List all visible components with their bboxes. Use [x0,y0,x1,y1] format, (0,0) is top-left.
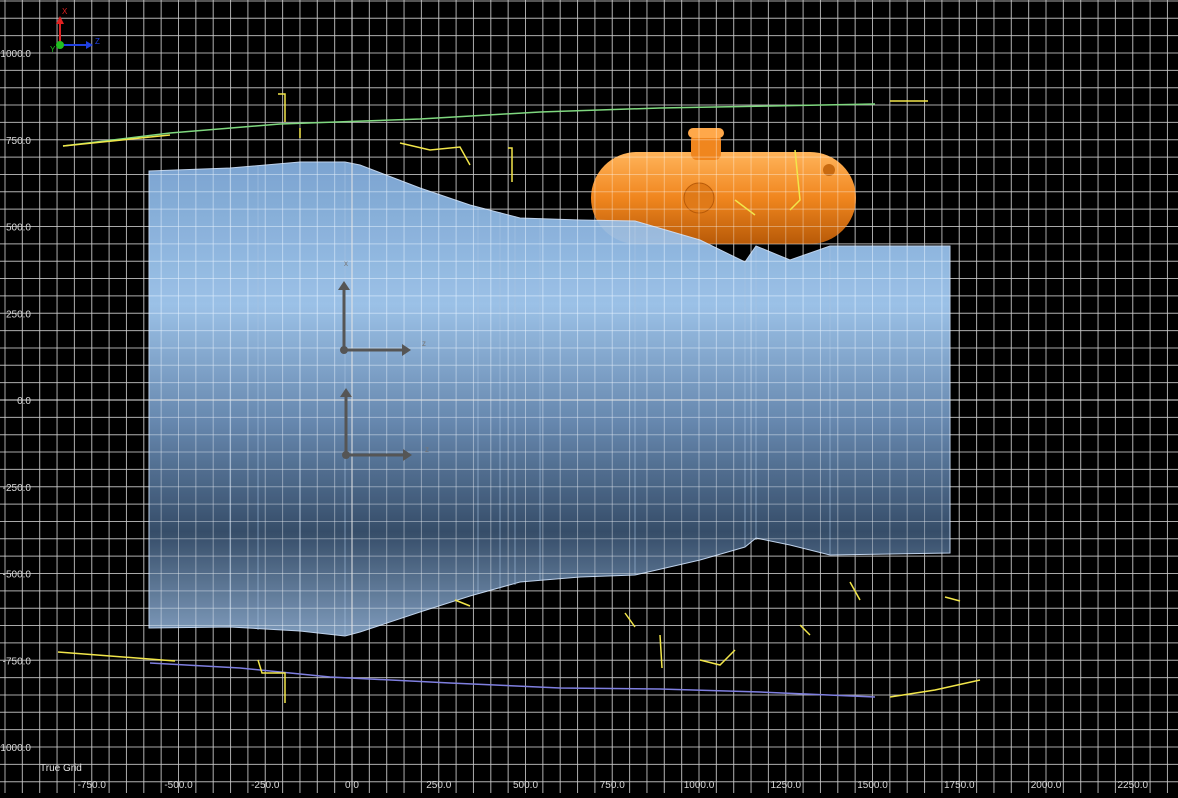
svg-text:z: z [425,445,429,454]
y-axis-label: -500.0 [3,570,32,581]
x-axis-label: -500.0 [164,780,193,791]
x-axis-label: -750.0 [78,780,107,791]
y-axis-label: 750.0 [6,136,31,147]
y-axis-label: 1000.0 [0,49,31,60]
y-axis-label: -1000.0 [0,743,31,754]
x-axis-label: -250.0 [251,780,280,791]
svg-text:X: X [62,7,68,16]
x-axis-label: 250.0 [426,780,451,791]
3d-viewport[interactable]: x z z X Z Y -750.0 -500.0 -250.0 0.0 250.0 50… [0,0,1178,793]
x-axis-label: 2250.0 [1117,780,1148,791]
x-axis-label: 1000.0 [684,780,715,791]
scene-canvas[interactable]: x z z X Z Y -750.0 -500.0 -250.0 0.0 250.0 50… [0,0,1178,793]
x-axis-label: 500.0 [513,780,538,791]
x-axis-label: 1500.0 [857,780,888,791]
grid-title: True Grid [40,763,82,774]
svg-text:x: x [344,259,348,268]
bottom-edge-line [149,662,876,698]
x-axis-label: 2000.0 [1031,780,1062,791]
x-axis-label: 1750.0 [944,780,975,791]
svg-text:Z: Z [95,37,100,46]
y-axis-label: 0.0 [17,396,31,407]
y-axis-label: 250.0 [6,309,31,320]
svg-text:Y: Y [50,45,56,54]
y-axis-label: 500.0 [6,223,31,234]
y-axis-label: -750.0 [3,656,32,667]
svg-text:z: z [422,339,426,348]
y-axis-label: -250.0 [3,483,32,494]
x-axis-label: 750.0 [600,780,625,791]
x-axis-label: 1250.0 [770,780,801,791]
x-axis-label: 0.0 [345,780,359,791]
